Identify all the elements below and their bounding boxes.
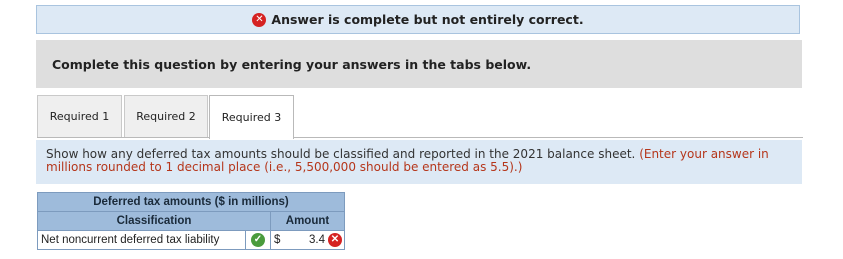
check-circle-icon: ✓ xyxy=(251,233,265,247)
tab-required-3[interactable]: Required 3 xyxy=(209,95,294,139)
question-panel: Show how any deferred tax amounts should… xyxy=(36,140,802,184)
tab-label: Required 3 xyxy=(221,111,282,124)
column-header-amount: Amount xyxy=(270,211,345,231)
banner-text: Answer is complete but not entirely corr… xyxy=(271,12,584,27)
tab-label: Required 1 xyxy=(49,110,110,123)
deferred-tax-table: Deferred tax amounts ($ in millions) Cla… xyxy=(37,192,345,250)
table-row: Net noncurrent deferred tax liability ✓ … xyxy=(37,230,345,250)
answer-status-banner: ✕ Answer is complete but not entirely co… xyxy=(36,5,800,34)
column-header-classification: Classification xyxy=(37,211,271,231)
table-title: Deferred tax amounts ($ in millions) xyxy=(37,192,345,212)
question-text: Show how any deferred tax amounts should… xyxy=(46,147,636,161)
tab-required-2[interactable]: Required 2 xyxy=(124,95,208,137)
amount-value: 3.4 xyxy=(309,234,325,246)
label-check-cell: ✓ xyxy=(245,230,271,250)
currency-symbol: $ xyxy=(274,234,281,246)
instructions-bar: Complete this question by entering your … xyxy=(36,40,802,88)
tab-required-1[interactable]: Required 1 xyxy=(37,95,122,137)
classification-select[interactable]: Net noncurrent deferred tax liability xyxy=(37,230,246,250)
tab-strip: Required 1 Required 2 Required 3 xyxy=(37,95,803,139)
amount-input[interactable]: $ 3.4 ✕ xyxy=(270,230,345,250)
x-circle-icon: ✕ xyxy=(328,233,342,247)
x-circle-icon: ✕ xyxy=(252,12,267,27)
tab-label: Required 2 xyxy=(136,110,196,123)
instructions-text: Complete this question by entering your … xyxy=(52,56,532,72)
